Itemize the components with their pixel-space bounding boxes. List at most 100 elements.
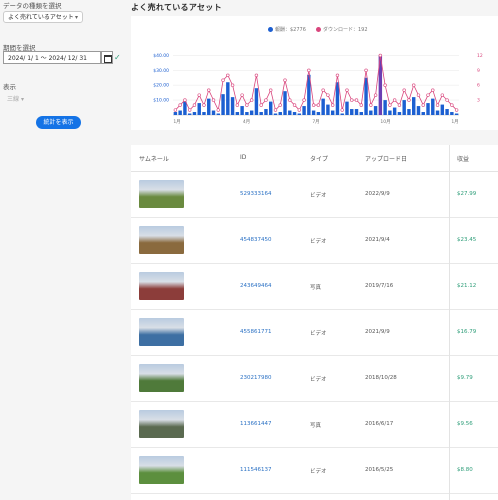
earnings-bar: [454, 113, 459, 115]
col-id[interactable]: ID: [240, 154, 246, 161]
earnings-bar: [412, 97, 416, 115]
downloads-point: [269, 88, 273, 92]
table-row[interactable]: 455861771 ビデオ 2021/9/9 $16.79: [131, 310, 498, 356]
checkmark-icon: ✓: [114, 53, 121, 62]
date-range-input[interactable]: 2024/ 1/ 1 ～ 2024/ 12/ 31: [3, 51, 101, 64]
upload-date: 2021/9/9: [365, 329, 390, 335]
earning-value: $9.56: [457, 421, 473, 427]
earnings-bar: [354, 109, 359, 115]
table-row[interactable]: 529333164 ビデオ 2022/9/9 $27.99: [131, 172, 498, 218]
table-row[interactable]: 111546137 ビデオ 2016/5/25 $8.80: [131, 448, 498, 494]
asset-thumbnail[interactable]: [139, 456, 184, 484]
table-row[interactable]: 113661447 写真 2016/6/17 $9.56: [131, 402, 498, 448]
downloads-point: [392, 98, 397, 102]
asset-thumbnail[interactable]: [139, 180, 184, 208]
col-earnings[interactable]: 収益: [457, 154, 469, 163]
sidebar: データの種類を選択 よく売れているアセット ▾ 期間を選択 2024/ 1/ 1…: [0, 0, 122, 500]
downloads-point: [431, 88, 435, 92]
downloads-point: [321, 88, 325, 92]
downloads-point: [240, 93, 244, 97]
downloads-point: [326, 93, 330, 97]
downloads-point: [187, 108, 192, 112]
earnings-bar: [388, 110, 392, 115]
asset-thumbnail[interactable]: [139, 272, 184, 300]
earnings-bar: [192, 112, 197, 115]
asset-thumbnail[interactable]: [139, 410, 184, 438]
downloads-point: [192, 103, 197, 107]
earnings-bar: [445, 109, 449, 115]
downloads-point: [407, 98, 411, 102]
table-row[interactable]: 454837450 ビデオ 2021/9/4 $23.45: [131, 218, 498, 264]
col-upload-date[interactable]: アップロード日: [365, 154, 407, 163]
earnings-bar: [197, 103, 201, 115]
upload-date: 2018/10/28: [365, 375, 397, 381]
page-title: よく売れているアセット: [131, 3, 222, 12]
downloads-point: [388, 103, 392, 107]
col-thumbnail: サムネール: [139, 156, 169, 163]
earning-value: $23.45: [457, 237, 477, 243]
downloads-point: [378, 53, 383, 58]
earnings-bar: [269, 101, 273, 115]
asset-type: ビデオ: [310, 193, 327, 199]
col-type[interactable]: タイプ: [310, 154, 328, 163]
earnings-bar: [207, 98, 211, 115]
earnings-bar: [245, 112, 249, 115]
asset-id-link[interactable]: 230217980: [240, 375, 272, 381]
assets-table: サムネール ID タイプ アップロード日 収益 529333164 ビデオ 2022…: [131, 145, 498, 500]
downloads-point: [254, 73, 259, 77]
earnings-bar: [264, 109, 268, 115]
earnings-bar: [226, 82, 230, 115]
downloads-point: [450, 103, 454, 107]
calendar-icon[interactable]: [101, 51, 113, 64]
earnings-bar: [321, 98, 325, 115]
downloads-point: [226, 73, 230, 77]
earnings-bar: [416, 106, 421, 115]
asset-type: ビデオ: [310, 469, 327, 475]
asset-thumbnail[interactable]: [139, 226, 184, 254]
earnings-bar: [397, 112, 402, 115]
earnings-bar: [235, 112, 240, 115]
data-type-select[interactable]: よく売れているアセット ▾: [3, 11, 83, 23]
earnings-bar: [178, 110, 182, 115]
earnings-bar: [450, 112, 454, 115]
display-select[interactable]: 三線 ▾: [3, 95, 47, 105]
earnings-bar: [421, 112, 425, 115]
earnings-bar: [435, 110, 440, 115]
downloads-point: [416, 93, 421, 97]
downloads-point: [426, 93, 430, 97]
asset-type: ビデオ: [310, 377, 327, 383]
x-tick-label: 10月: [380, 119, 390, 125]
asset-thumbnail[interactable]: [139, 318, 184, 346]
downloads-point: [292, 103, 297, 107]
downloads-point: [421, 103, 425, 107]
earnings-bar: [330, 110, 335, 115]
show-stats-button[interactable]: 統計を表示: [36, 116, 81, 129]
downloads-point: [297, 108, 302, 112]
asset-id-link[interactable]: 454837450: [240, 237, 272, 243]
earnings-bar: [240, 106, 244, 115]
earnings-bar: [230, 97, 235, 115]
asset-id-link[interactable]: 529333164: [240, 191, 272, 197]
data-type-label: データの種類を選択: [3, 2, 62, 10]
earnings-chart: $40.00 12 $30.00 9 $20.00 6 $10.00 3 1月 4月 7月 10月 1月: [153, 53, 483, 125]
asset-id-link[interactable]: 111546137: [240, 467, 272, 473]
table-row[interactable]: 243649464 写真 2019/7/16 $21.12: [131, 264, 498, 310]
earnings-bar: [249, 110, 254, 115]
earning-value: $9.79: [457, 375, 473, 381]
earnings-bar: [326, 104, 330, 115]
y-left-tick-label: $20.00: [153, 83, 169, 89]
upload-date: 2016/5/25: [365, 467, 394, 473]
downloads-point: [216, 108, 220, 112]
downloads-point: [412, 83, 416, 87]
asset-id-link[interactable]: 113661447: [240, 421, 272, 427]
table-row[interactable]: 230217980 ビデオ 2018/10/28 $9.79: [131, 356, 498, 402]
asset-id-link[interactable]: 455861771: [240, 329, 272, 335]
earnings-bar: [350, 109, 354, 115]
asset-type: 写真: [310, 423, 322, 429]
asset-thumbnail[interactable]: [139, 364, 184, 392]
downloads-point: [173, 108, 178, 112]
downloads-point: [359, 103, 363, 107]
downloads-point: [354, 98, 359, 102]
asset-type: ビデオ: [310, 239, 327, 245]
asset-id-link[interactable]: 243649464: [240, 283, 272, 289]
